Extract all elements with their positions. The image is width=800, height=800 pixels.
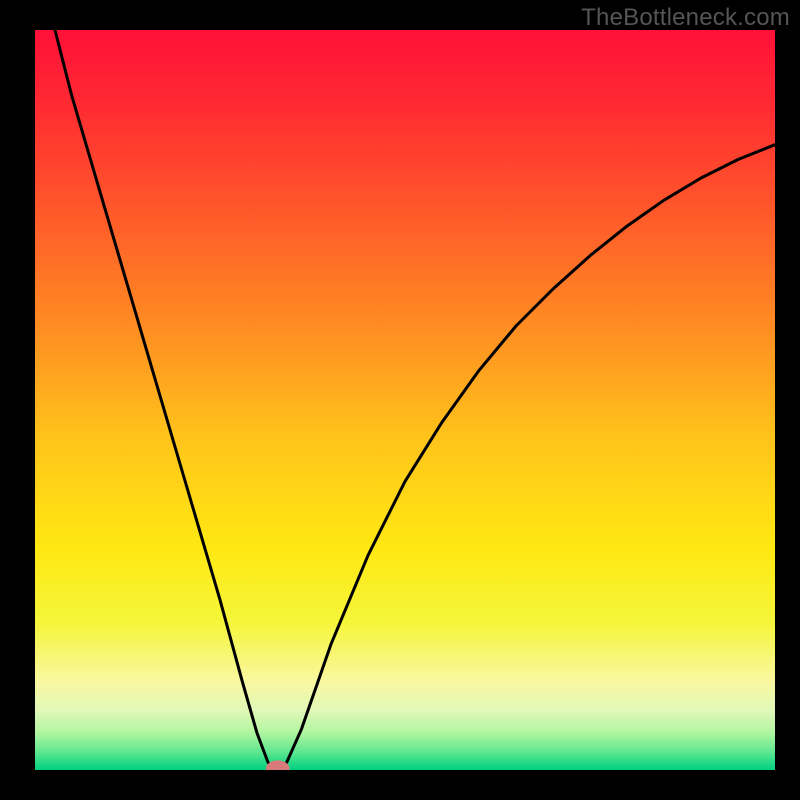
chart-container: TheBottleneck.com bbox=[0, 0, 800, 800]
chart-svg bbox=[0, 0, 800, 800]
watermark-label: TheBottleneck.com bbox=[581, 4, 790, 32]
optimal-marker bbox=[266, 760, 290, 776]
plot-background bbox=[35, 30, 775, 770]
